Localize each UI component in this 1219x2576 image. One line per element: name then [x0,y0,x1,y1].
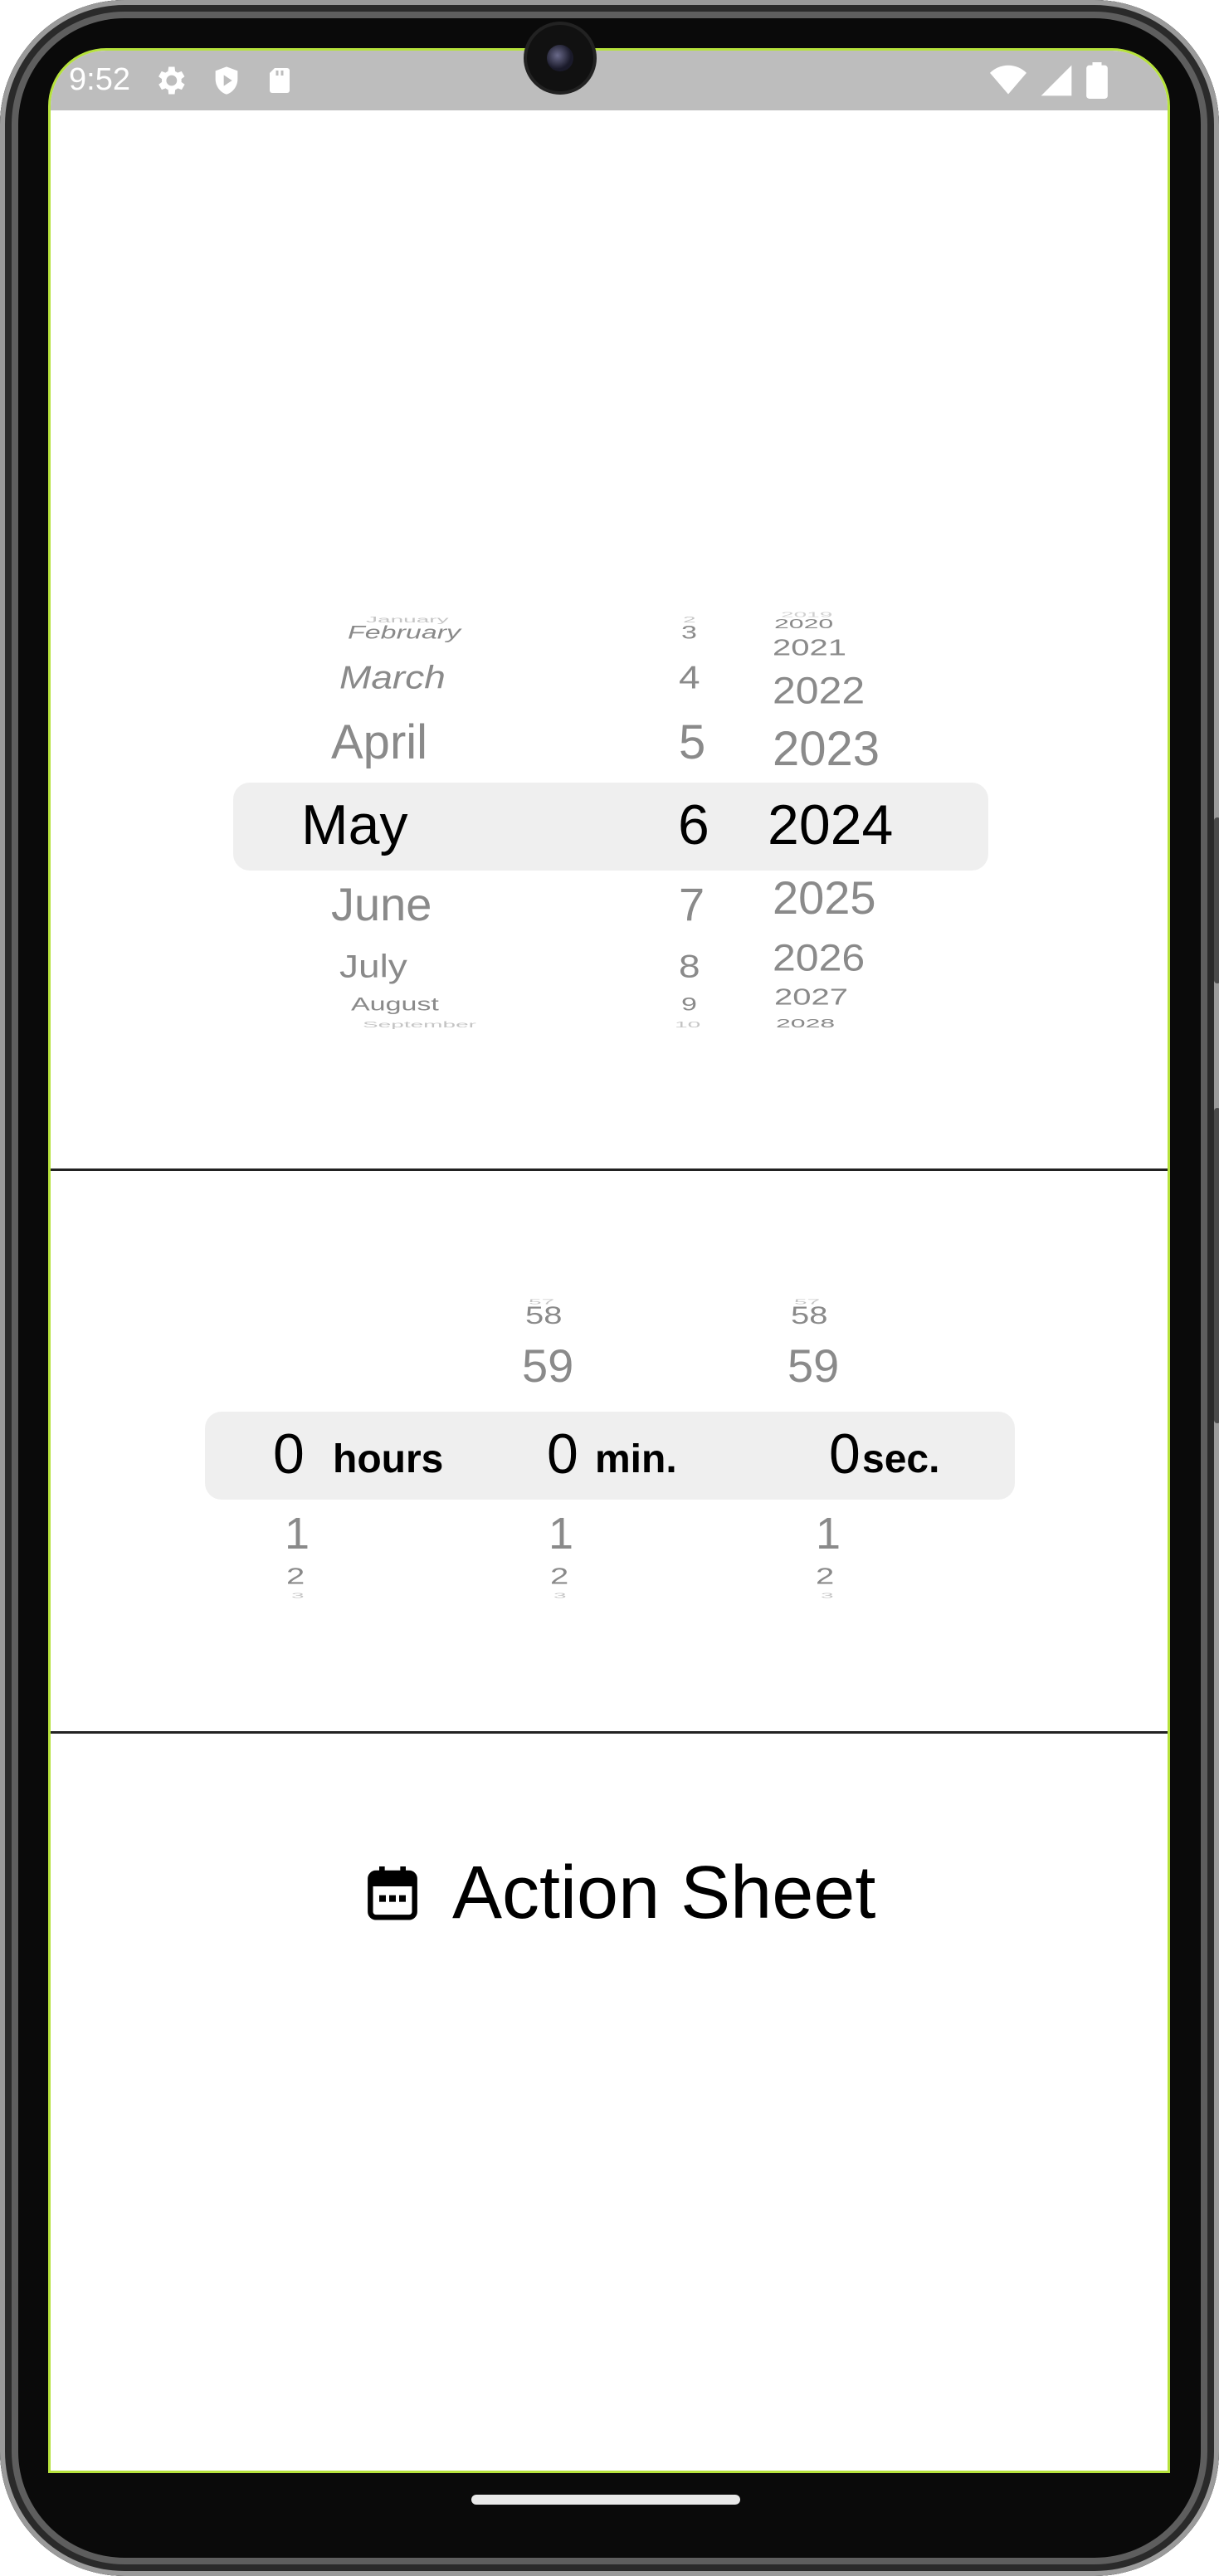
day-item[interactable]: 7 [679,877,705,931]
action-sheet-button[interactable]: Action Sheet [366,1843,875,1943]
year-item[interactable]: 2020 [774,616,833,632]
day-item[interactable]: 5 [679,715,705,770]
duration-picker[interactable]: 0 hours 1 2 3 57 58 59 0 min. 1 2 3 57 5… [51,1171,1168,1735]
seconds-item-selected[interactable]: 0 [829,1422,861,1486]
hours-item-selected[interactable]: 0 [273,1422,305,1486]
year-item-selected[interactable]: 2024 [768,793,893,857]
minutes-item[interactable]: 59 [522,1339,573,1393]
minutes-item[interactable]: 2 [550,1564,568,1590]
day-item-selected[interactable]: 6 [678,793,709,857]
seconds-item[interactable]: 1 [816,1508,841,1559]
minutes-item[interactable]: 3 [553,1592,567,1600]
hours-item[interactable]: 2 [286,1564,305,1590]
day-item[interactable]: 8 [679,947,700,985]
volume-button [1214,1108,1219,1423]
phone-frame: 9:52 January February March April May Ju… [0,0,1219,2576]
month-item[interactable]: July [339,947,407,985]
seconds-item[interactable]: 2 [816,1564,834,1590]
month-item[interactable]: March [339,658,446,696]
month-item[interactable]: September [363,1020,476,1029]
month-item[interactable]: June [331,877,432,931]
seconds-unit-label: sec. [862,1437,940,1481]
year-item[interactable]: 2027 [774,984,848,1011]
day-item[interactable]: 3 [681,622,697,643]
date-picker[interactable]: January February March April May June Ju… [51,51,1168,1171]
seconds-item[interactable]: 3 [821,1592,834,1600]
day-item[interactable]: 4 [679,658,700,696]
calendar-icon [368,1866,417,1920]
year-item[interactable]: 2026 [773,936,865,979]
screen: 9:52 January February March April May Ju… [48,48,1170,2473]
year-item[interactable]: 2021 [773,635,846,661]
year-item[interactable]: 2022 [773,669,865,712]
home-indicator[interactable] [471,2495,740,2505]
action-sheet-label: Action Sheet [452,1851,876,1934]
seconds-item[interactable]: 58 [791,1302,828,1330]
front-camera [527,25,593,91]
year-item[interactable]: 2025 [773,871,876,925]
minutes-item-selected[interactable]: 0 [547,1422,578,1486]
month-item[interactable]: February [348,622,461,643]
divider [51,1731,1168,1734]
power-button [1214,817,1219,983]
month-item-selected[interactable]: May [301,793,407,857]
month-item[interactable]: August [351,994,439,1015]
minutes-item[interactable]: 1 [549,1508,573,1559]
minutes-unit-label: min. [595,1437,677,1481]
day-item[interactable]: 9 [681,994,697,1015]
seconds-item[interactable]: 59 [787,1339,839,1393]
hours-item[interactable]: 1 [285,1508,310,1559]
hours-item[interactable]: 3 [291,1592,305,1600]
day-item[interactable]: 10 [675,1020,700,1029]
year-item[interactable]: 2023 [773,721,880,777]
minutes-item[interactable]: 58 [525,1302,563,1330]
month-item[interactable]: April [331,715,427,770]
year-item[interactable]: 2028 [776,1017,835,1031]
hours-unit-label: hours [333,1437,444,1481]
